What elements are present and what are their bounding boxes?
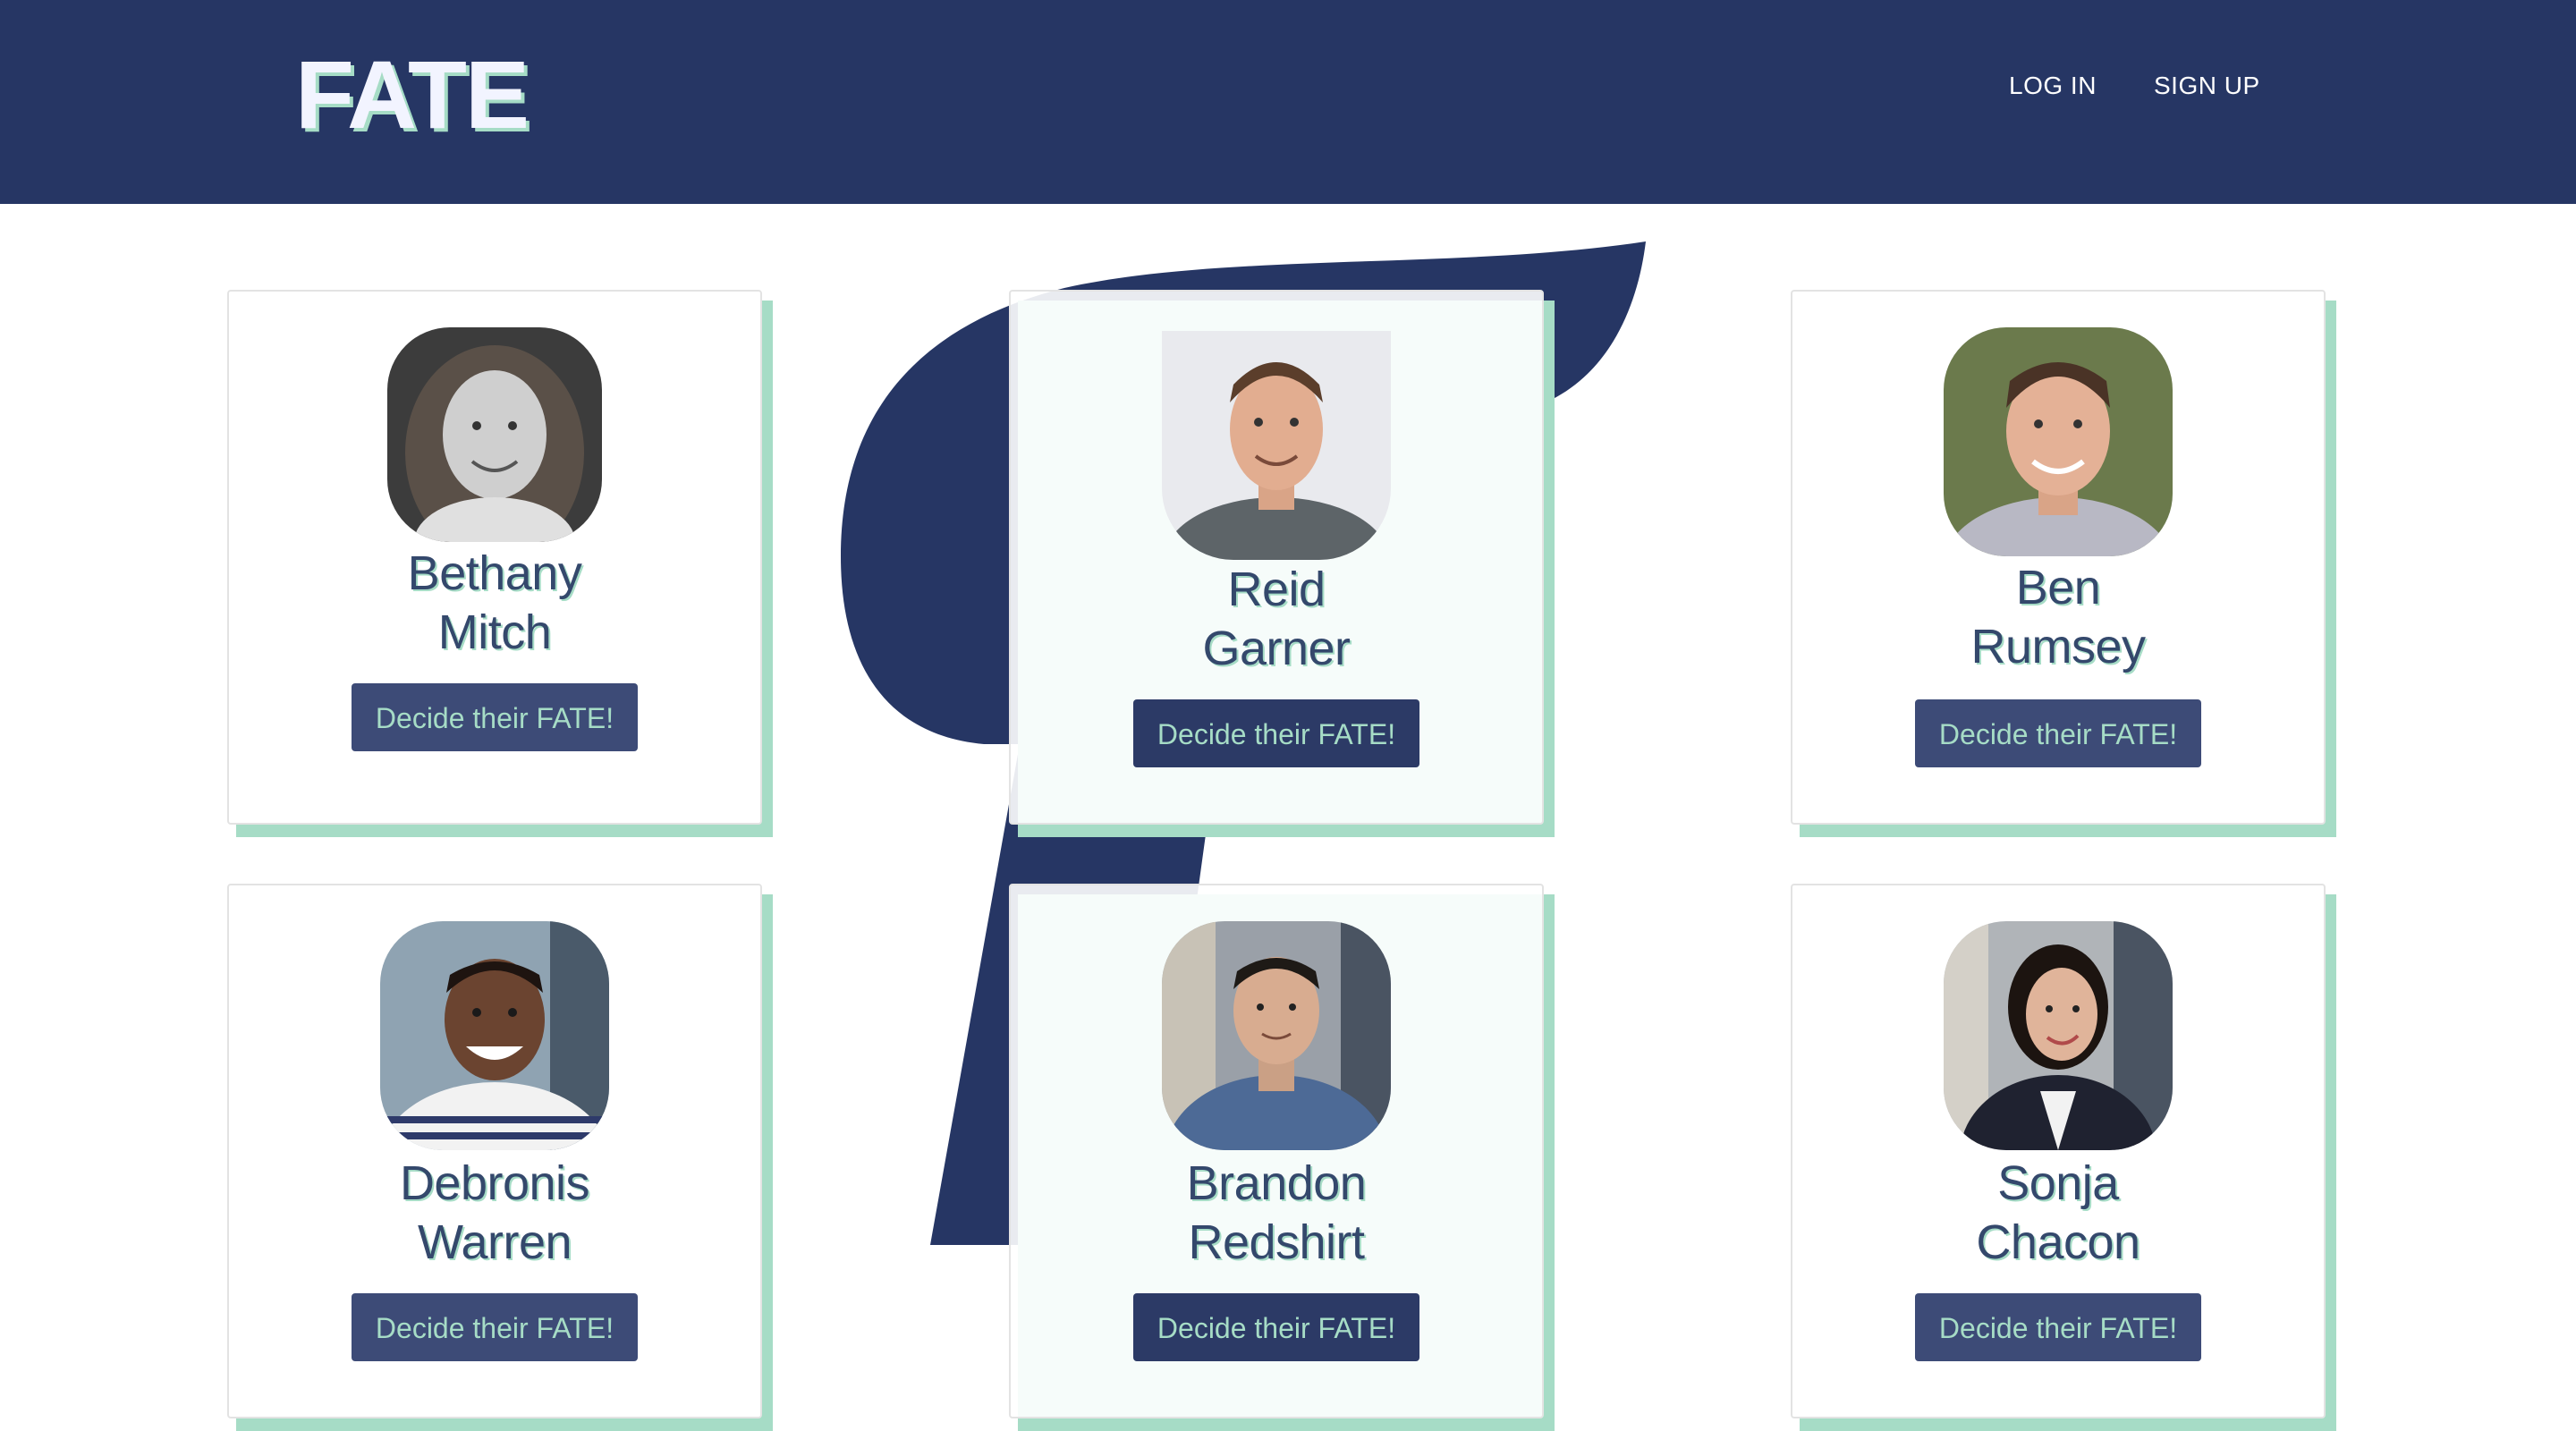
decide-fate-button[interactable]: Decide their FATE! bbox=[1133, 699, 1419, 767]
person-card: Bethany Mitch Decide their FATE! bbox=[227, 290, 762, 825]
decide-fate-button[interactable]: Decide their FATE! bbox=[1915, 699, 2201, 767]
first-name: Sonja bbox=[1997, 1156, 2119, 1210]
person-card: Reid Garner Decide their FATE! bbox=[1009, 290, 1544, 825]
person-card: Ben Rumsey Decide their FATE! bbox=[1791, 290, 2326, 825]
fate-logo[interactable]: FATE bbox=[295, 47, 530, 143]
avatar bbox=[1162, 921, 1391, 1150]
person-card: Brandon Redshirt Decide their FATE! bbox=[1009, 884, 1544, 1418]
top-navbar: FATE LOG IN SIGN UP bbox=[0, 0, 2576, 204]
avatar bbox=[380, 921, 609, 1150]
last-name: Mitch bbox=[437, 605, 552, 659]
person-name: Reid Garner bbox=[1011, 560, 1542, 678]
person-card: Debronis Warren Decide their FATE! bbox=[227, 884, 762, 1418]
avatar bbox=[387, 327, 602, 542]
person-name: Brandon Redshirt bbox=[1011, 1154, 1542, 1272]
decide-fate-button[interactable]: Decide their FATE! bbox=[1133, 1293, 1419, 1361]
last-name: Chacon bbox=[1976, 1215, 2140, 1269]
decide-fate-button[interactable]: Decide their FATE! bbox=[352, 1293, 638, 1361]
avatar bbox=[1944, 327, 2173, 556]
first-name: Brandon bbox=[1186, 1156, 1367, 1210]
person-name: Ben Rumsey bbox=[1792, 558, 2324, 676]
last-name: Redshirt bbox=[1188, 1215, 1365, 1269]
person-name: Sonja Chacon bbox=[1792, 1154, 2324, 1272]
first-name: Ben bbox=[2015, 561, 2101, 614]
signup-link[interactable]: SIGN UP bbox=[2154, 72, 2260, 100]
last-name: Warren bbox=[417, 1215, 572, 1269]
last-name: Garner bbox=[1202, 622, 1351, 675]
person-card: Sonja Chacon Decide their FATE! bbox=[1791, 884, 2326, 1418]
person-name: Debronis Warren bbox=[229, 1154, 760, 1272]
first-name: Debronis bbox=[399, 1156, 590, 1210]
person-name: Bethany Mitch bbox=[229, 544, 760, 662]
decide-fate-button[interactable]: Decide their FATE! bbox=[352, 683, 638, 751]
login-link[interactable]: LOG IN bbox=[2009, 72, 2097, 100]
first-name: Reid bbox=[1227, 563, 1326, 616]
last-name: Rumsey bbox=[1970, 620, 2146, 673]
avatar bbox=[1162, 331, 1391, 560]
avatar bbox=[1944, 921, 2173, 1150]
first-name: Bethany bbox=[407, 546, 582, 600]
decide-fate-button[interactable]: Decide their FATE! bbox=[1915, 1293, 2201, 1361]
